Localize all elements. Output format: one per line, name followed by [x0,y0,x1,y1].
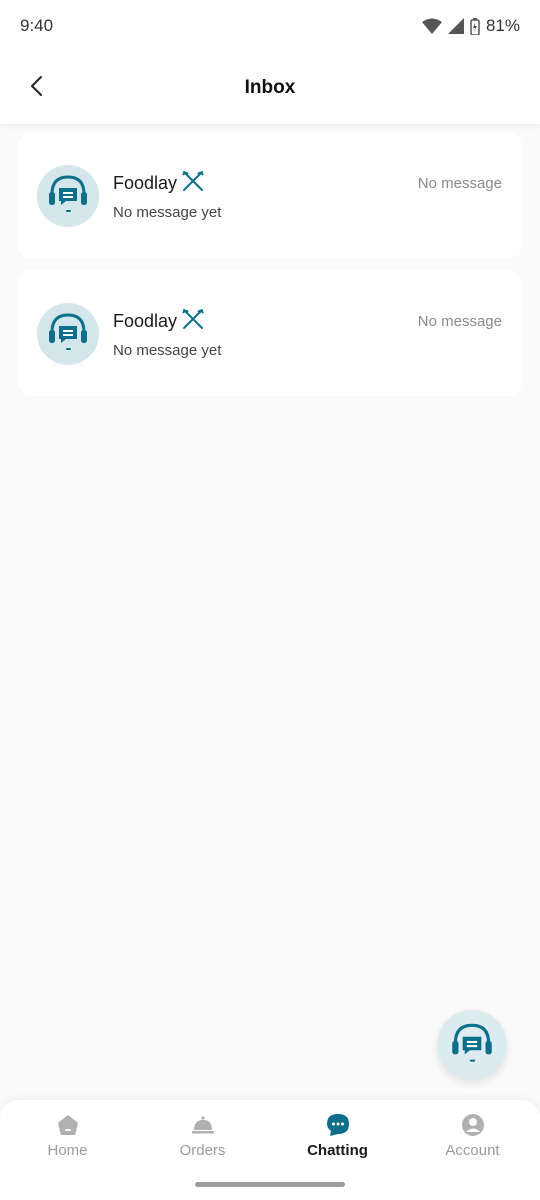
conversation-name: Foodlay [113,311,178,331]
conversation-list: Foodlay No message yet No message Foodla… [18,132,522,407]
headset-chat-icon [42,306,94,363]
nav-item-chatting[interactable]: Chatting [270,1100,405,1170]
nav-item-account[interactable]: Account [405,1100,540,1170]
support-chat-button[interactable] [437,1010,507,1080]
fork-knife-icon [181,308,205,335]
last-message-label: No message [417,175,502,192]
user-icon [461,1113,485,1137]
home-indicator [195,1182,345,1187]
nav-item-orders[interactable]: Orders [135,1100,270,1170]
headset-chat-icon [445,1016,499,1075]
page-title: Inbox [244,77,296,98]
back-button[interactable] [22,74,50,102]
conversation-card[interactable]: Foodlay No message yet No message [18,132,522,259]
avatar [37,303,99,365]
status-time: 9:40 [20,16,54,35]
status-bar: 9:40 81% [0,0,540,52]
wifi-icon [421,18,442,34]
headset-chat-icon [42,168,94,225]
card-name-row: Foodlay [113,308,205,335]
cloche-icon [191,1113,215,1137]
chevron-left-icon [29,75,43,102]
status-icons: 81% [421,16,520,36]
nav-label-chatting: Chatting [307,1142,368,1159]
fork-knife-icon [181,170,205,197]
app-header: Inbox [0,52,540,124]
battery-percent: 81% [485,16,520,35]
chat-bubble-icon [326,1113,350,1137]
nav-label-home: Home [47,1142,88,1159]
avatar [37,165,99,227]
home-icon [56,1113,80,1137]
conversation-card[interactable]: Foodlay No message yet No message [18,270,522,396]
cell-signal-icon [447,18,464,34]
card-name-row: Foodlay [113,170,205,197]
battery-icon [470,17,480,35]
last-message-label: No message [417,313,502,330]
nav-label-account: Account [445,1142,500,1159]
message-preview: No message yet [113,342,222,359]
nav-label-orders: Orders [179,1142,226,1159]
nav-item-home[interactable]: Home [0,1100,135,1170]
conversation-name: Foodlay [113,173,178,193]
message-preview: No message yet [113,204,222,221]
